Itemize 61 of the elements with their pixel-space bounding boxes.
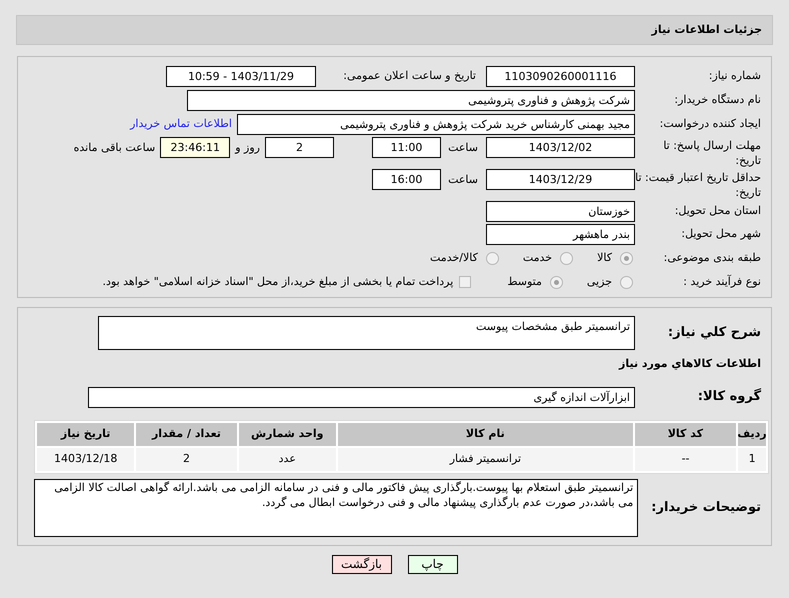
table-cell: عدد [238, 448, 336, 470]
field-label: ساعت باقی مانده [74, 140, 156, 156]
field-label: مهلت ارسال پاسخ: تا تاریخ: [662, 138, 761, 168]
text-field[interactable]: 16:00 [372, 169, 441, 190]
field-label: تاریخ و ساعت اعلان عمومی: [342, 68, 476, 84]
text-field[interactable]: 2 [265, 137, 334, 158]
page-title: جزئیات اطلاعات نیاز [652, 22, 762, 38]
table-cell: -- [634, 448, 736, 470]
table-cell: 2 [136, 448, 237, 470]
checkbox-label: پرداخت تمام یا بخشی از مبلغ خرید،از محل "اسناد خزانه اسلامی" خواهد بود. [102, 274, 454, 290]
print-button[interactable]: چاپ [408, 554, 458, 574]
text-field[interactable]: 11:00 [372, 137, 441, 158]
radio-label: خدمت [522, 250, 552, 266]
field-label: ساعت [449, 172, 478, 188]
field-label: ایجاد کننده درخواست: [658, 116, 761, 132]
table-cell: 1 [738, 448, 766, 470]
text-field[interactable]: 1403/12/29 [486, 169, 635, 190]
goods-group-field[interactable]: ابزارآلات اندازه گیری [88, 386, 635, 408]
radio-button[interactable] [620, 252, 633, 264]
text-field[interactable]: بندر ماهشهر [486, 224, 635, 245]
field-label: گروه کالا: [696, 387, 761, 406]
field-label: شهر محل تحویل: [680, 226, 761, 242]
table-cell: 1403/12/18 [36, 448, 134, 470]
checkbox[interactable] [459, 276, 472, 288]
field-label: نوع فرآیند خرید : [682, 274, 761, 290]
table-cell: ترانسمیتر فشار [338, 448, 633, 470]
section-title: اطلاعات كالاهاي مورد نياز [619, 356, 761, 372]
radio-button[interactable] [550, 276, 563, 288]
radio-button[interactable] [620, 276, 633, 288]
radio-button[interactable] [486, 252, 499, 264]
field-label: نام دستگاه خریدار: [673, 92, 761, 108]
text-field[interactable]: مجید بهمنی کارشناس خرید شرکت پژوهش و فناوری پتروشیمی [237, 114, 635, 134]
column-header: کد کالا [634, 422, 736, 446]
radio-label: متوسط [507, 274, 542, 290]
radio-button[interactable] [560, 252, 574, 264]
column-header: واحد شمارش [238, 422, 336, 446]
field-label: توضیحات خریدار: [650, 498, 761, 517]
description-textarea[interactable]: ترانسمیتر طبق مشخصات پیوست [98, 316, 635, 350]
column-header: ردیف [738, 422, 766, 446]
field-label: ساعت [449, 140, 478, 156]
field-label: طبقه بندی موضوعی: [662, 250, 761, 266]
text-field[interactable]: خوزستان [486, 201, 635, 222]
text-field[interactable]: 1103090260001116 [486, 66, 635, 86]
back-button[interactable]: بازگشت [332, 554, 392, 574]
radio-label: جزیی [586, 274, 612, 290]
text-field[interactable]: 1403/12/02 [486, 137, 635, 158]
field-label: شرح كلي نياز: [666, 324, 761, 342]
radio-label: کالا/خدمت [430, 250, 478, 266]
buyer-notes-textarea[interactable]: ترانسمیتر طبق استعلام بها پیوست.بارگذاری پیش فاکتور مالی و فنی در سامانه الزامی می باشد.ارائه گواهی اصالت کالا الزامی می باشد،در صورت عدم بارگذاری پیشنهاد مالی و فنی درخواست ابطال می گردد. [34, 478, 638, 536]
column-header: نام کالا [338, 422, 633, 446]
field-label: حداقل تاریخ اعتبار قیمت: تا تاریخ: [635, 170, 761, 200]
field-label: استان محل تحویل: [674, 203, 761, 220]
column-header: تاریخ نیاز [37, 422, 134, 446]
field-label: روز و [235, 140, 260, 156]
radio-label: کالا [597, 250, 612, 266]
field-label: شماره نیاز: [708, 68, 761, 84]
column-header: تعداد / مقدار [136, 422, 237, 446]
text-field[interactable]: شرکت پژوهش و فناوری پتروشیمی [187, 90, 635, 110]
text-field[interactable]: 1403/11/29 - 10:59 [166, 66, 316, 86]
buyer-contact-link[interactable]: اطلاعات تماس خریدار [130, 116, 232, 132]
countdown-field[interactable]: 23:46:11 [160, 137, 230, 158]
